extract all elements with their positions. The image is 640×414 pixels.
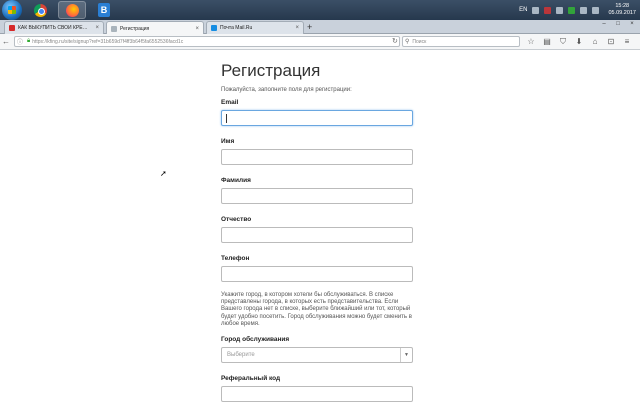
clock-time: 15:28	[615, 3, 630, 9]
email-input[interactable]	[221, 110, 413, 126]
signup-form: Регистрация Пожалуйста, заполните поля д…	[221, 61, 414, 414]
tab-label: КАК ВЫКУПИТЬ СВОЙ КРЕ…	[18, 25, 88, 31]
search-icon: ⚲	[405, 39, 410, 45]
close-window-button[interactable]: ×	[626, 20, 638, 28]
browser-nav-bar: ← ⓘ 🔒︎ https://kfing.ru/site/signup?ref=…	[0, 34, 640, 50]
clock-date: 05.09.2017	[608, 10, 636, 16]
page-title: Регистрация	[221, 61, 321, 80]
close-icon[interactable]: ×	[295, 25, 299, 31]
surname-field-group: Фамилия	[221, 177, 414, 204]
system-tray: EN 15:28 05.09.2017	[519, 0, 636, 20]
maximize-button[interactable]: □	[612, 20, 624, 28]
cart-icon[interactable]: ⊡	[606, 37, 616, 47]
mouse-cursor-icon: ➚	[160, 169, 167, 178]
window-controls: – □ ×	[598, 20, 638, 28]
page-subtitle: Пожалуйста, заполните поля для регистрац…	[221, 87, 352, 93]
patronymic-label: Отчество	[221, 216, 252, 223]
back-button[interactable]: ←	[0, 36, 12, 48]
city-field-group: Город обслуживания Выберите ▼	[221, 336, 414, 364]
bookmark-star-icon[interactable]: ☆	[526, 37, 536, 47]
page-icon	[111, 25, 117, 32]
tray-sync-icon[interactable]	[568, 6, 576, 14]
surname-label: Фамилия	[221, 177, 251, 184]
surname-input[interactable]	[221, 188, 413, 204]
firefox-icon	[65, 3, 79, 17]
name-input[interactable]	[221, 149, 413, 165]
taskbar-app-b[interactable]: B	[90, 1, 118, 19]
toolbar-icons: ☆ ▤ ⛉ ⬇ ⌂ ⊡ ≡	[526, 37, 632, 47]
youtube-icon	[9, 25, 15, 31]
tray-cloud-icon[interactable]	[556, 6, 564, 14]
search-bar[interactable]: ⚲ Поиск	[402, 36, 520, 47]
city-select-value: Выберите	[227, 352, 255, 359]
browser-tab-strip: КАК ВЫКУПИТЬ СВОЙ КРЕ… × Регистрация × П…	[0, 20, 640, 35]
phone-field-group: Телефон	[221, 255, 414, 282]
windows-taskbar: B EN 15:28 05.09.2017	[0, 0, 640, 20]
page-content: Регистрация Пожалуйста, заполните поля д…	[0, 51, 640, 403]
city-select[interactable]: Выберите ▼	[221, 347, 413, 364]
download-icon[interactable]: ⬇	[574, 37, 584, 47]
home-icon[interactable]: ⌂	[590, 37, 600, 47]
app-b-icon: B	[98, 3, 110, 17]
reading-list-icon[interactable]: ▤	[542, 37, 552, 47]
tray-antivirus-icon[interactable]	[544, 6, 552, 14]
text-caret	[226, 114, 227, 123]
tab-label: Почта Mail.Ru	[220, 25, 253, 31]
tab-label: Регистрация	[120, 25, 150, 32]
patronymic-input[interactable]	[221, 227, 413, 243]
address-bar[interactable]: ⓘ 🔒︎ https://kfing.ru/site/signup?ref=31…	[14, 36, 400, 47]
url-text[interactable]: https://kfing.ru/site/signup?ref=31b659d…	[32, 39, 399, 45]
tray-network-icon[interactable]	[580, 6, 588, 14]
tab-registration[interactable]: Регистрация ×	[106, 21, 204, 35]
phone-input[interactable]	[221, 266, 413, 282]
tab-youtube[interactable]: КАК ВЫКУПИТЬ СВОЙ КРЕ… ×	[4, 21, 104, 34]
name-field-group: Имя	[221, 138, 414, 165]
reload-icon[interactable]: ↻	[392, 37, 398, 45]
language-indicator[interactable]: EN	[519, 7, 527, 13]
new-tab-button[interactable]: +	[307, 22, 312, 32]
referral-input[interactable]	[221, 386, 413, 403]
menu-icon[interactable]: ≡	[622, 37, 632, 47]
email-label: Email	[221, 99, 239, 106]
close-icon[interactable]: ×	[95, 25, 99, 31]
tab-mail[interactable]: Почта Mail.Ru ×	[206, 21, 304, 34]
tray-volume-icon[interactable]	[592, 6, 600, 14]
phone-label: Телефон	[221, 255, 250, 262]
search-placeholder: Поиск	[412, 38, 427, 45]
start-button[interactable]	[2, 0, 22, 20]
name-label: Имя	[221, 138, 235, 145]
taskbar-chrome[interactable]	[26, 1, 54, 19]
lock-pocket-icon[interactable]: ⛉	[558, 37, 568, 47]
city-label: Город обслуживания	[221, 336, 290, 344]
email-field-group: Email	[221, 99, 414, 126]
clock[interactable]: 15:28 05.09.2017	[608, 3, 636, 17]
minimize-button[interactable]: –	[598, 20, 610, 28]
referral-field-group: Реферальный код	[221, 375, 414, 403]
referral-label: Реферальный код	[221, 375, 281, 383]
info-icon[interactable]: ⓘ	[17, 37, 23, 46]
mail-icon	[211, 25, 217, 31]
patronymic-field-group: Отчество	[221, 216, 414, 243]
tray-app-icon[interactable]	[532, 6, 540, 14]
close-icon[interactable]: ×	[195, 26, 199, 32]
chrome-icon	[33, 3, 47, 17]
lock-icon[interactable]: 🔒︎	[27, 38, 30, 45]
city-hint-text: Укажите город, в котором хотели бы обслу…	[221, 292, 412, 327]
taskbar-firefox[interactable]	[58, 1, 86, 19]
